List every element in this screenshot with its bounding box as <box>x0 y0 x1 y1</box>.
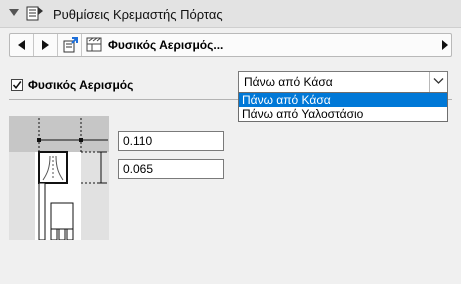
dropdown-button[interactable] <box>429 72 447 92</box>
dimension-input-1[interactable]: 0.110 <box>118 131 224 151</box>
arrow-right-icon <box>42 40 49 50</box>
chevron-down-icon <box>433 78 444 84</box>
dimension-input-2[interactable]: 0.065 <box>118 159 224 179</box>
option-above-frame[interactable]: Πάνω από Κάσα <box>239 93 447 107</box>
next-button[interactable] <box>34 34 58 56</box>
toolbar: Φυσικός Αερισμός... <box>9 33 452 57</box>
position-dropdown-list: Πάνω από Κάσα Πάνω από Υαλοστάσιο <box>238 92 448 122</box>
ventilation-diagram <box>9 116 109 241</box>
panel-header[interactable]: Ρυθμίσεις Κρεμαστής Πόρτας <box>0 0 461 28</box>
expand-arrow-icon[interactable] <box>442 40 448 50</box>
ventilation-label: Φυσικός Αερισμός <box>28 78 134 92</box>
select-value: Πάνω από Κάσα <box>244 75 333 89</box>
page-list-icon <box>63 37 78 53</box>
toolbar-title: Φυσικός Αερισμός... <box>108 38 224 52</box>
ventilation-icon <box>86 36 104 54</box>
position-select[interactable]: Πάνω από Κάσα <box>238 71 448 93</box>
option-above-glazing[interactable]: Πάνω από Υαλοστάσιο <box>239 107 447 121</box>
previous-button[interactable] <box>10 34 34 56</box>
collapse-arrow-icon[interactable] <box>9 9 19 16</box>
door-settings-icon <box>26 5 44 23</box>
arrow-left-icon <box>18 40 25 50</box>
page-list-button[interactable] <box>58 34 82 56</box>
panel-title: Ρυθμίσεις Κρεμαστής Πόρτας <box>53 7 223 22</box>
checkmark-icon <box>12 81 22 89</box>
ventilation-checkbox[interactable] <box>11 79 23 91</box>
